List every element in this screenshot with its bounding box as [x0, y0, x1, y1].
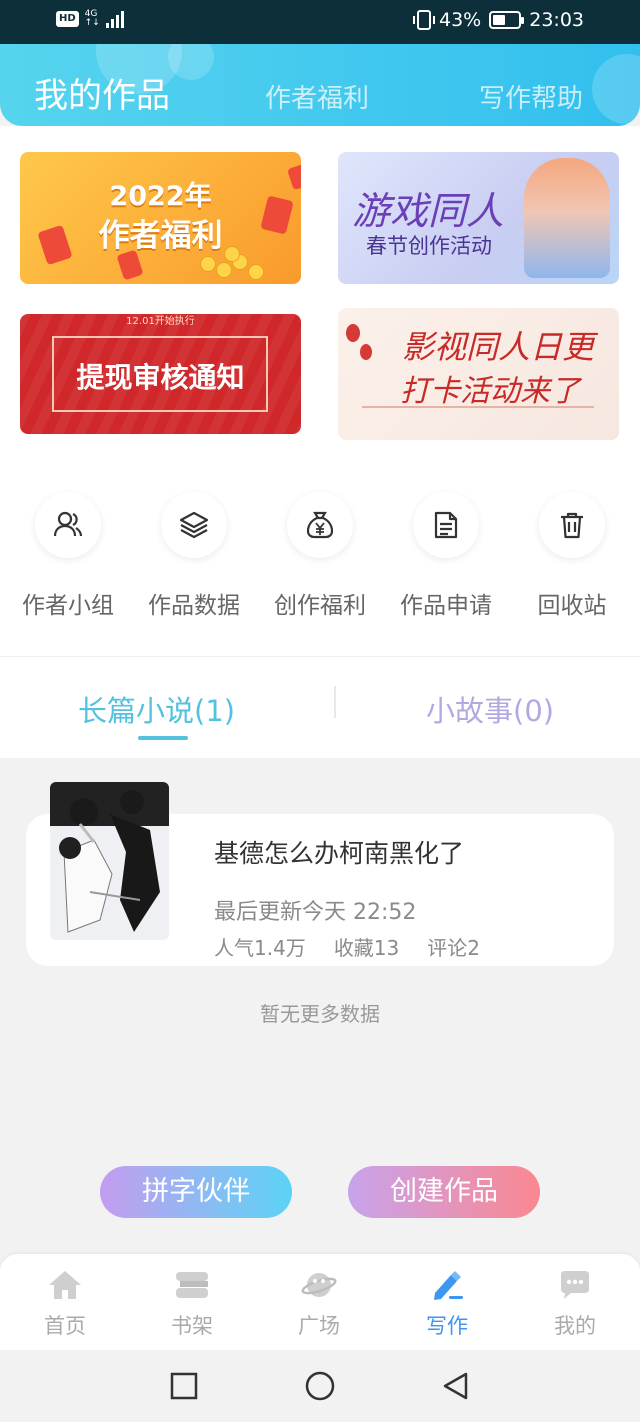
- planet-icon: [299, 1268, 339, 1302]
- tab-short-stories[interactable]: 小故事(0): [426, 688, 554, 730]
- battery-icon: [489, 11, 525, 29]
- quick-work-data[interactable]: 作品数据: [131, 492, 257, 620]
- recent-apps-button[interactable]: [168, 1370, 200, 1402]
- tab-writing-help[interactable]: 写作帮助: [479, 78, 583, 115]
- tab-author-welfare[interactable]: 作者福利: [265, 78, 369, 115]
- system-nav-bar: [0, 1350, 640, 1422]
- character-illustration: [524, 158, 610, 278]
- pen-icon: [427, 1268, 467, 1302]
- network-status: HD 4G ↑↓: [56, 10, 124, 28]
- hd-badge: HD: [56, 11, 79, 27]
- clock: 23:03: [529, 9, 584, 31]
- money-bag-icon: [287, 492, 353, 558]
- battery-percent: 43%: [439, 9, 482, 31]
- nav-mine[interactable]: 我的: [530, 1268, 620, 1340]
- signal-icon: [105, 10, 124, 28]
- nav-home[interactable]: 首页: [20, 1268, 110, 1340]
- quick-work-application[interactable]: 作品申请: [383, 492, 509, 620]
- group-icon: [35, 492, 101, 558]
- trash-icon: [539, 492, 605, 558]
- active-tab-indicator: [138, 736, 188, 740]
- work-last-updated: 最后更新今天 22:52: [214, 900, 417, 925]
- status-bar: HD 4G ↑↓ 43% 23:03: [0, 0, 640, 44]
- document-icon: [413, 492, 479, 558]
- quick-recycle-bin[interactable]: 回收站: [509, 492, 635, 620]
- nav-bookshelf[interactable]: 书架: [147, 1268, 237, 1340]
- bookshelf-icon: [172, 1268, 212, 1302]
- section-divider: [0, 656, 640, 657]
- banner-withdraw-notice[interactable]: 12.01开始执行 提现审核通知: [20, 314, 301, 434]
- banner-author-welfare[interactable]: 2022年 作者福利: [20, 152, 301, 284]
- vibrate-icon: [413, 10, 435, 30]
- layers-icon: [161, 492, 227, 558]
- work-favorites: 收藏13: [333, 936, 400, 960]
- work-comments: 评论2: [427, 936, 480, 960]
- quick-author-group[interactable]: 作者小组: [5, 492, 131, 620]
- device-status: 43% 23:03: [413, 9, 584, 31]
- work-title[interactable]: 基德怎么办柯南黑化了: [214, 834, 464, 870]
- nav-square[interactable]: 广场: [274, 1268, 364, 1340]
- no-more-data-hint: 暂无更多数据: [260, 1002, 380, 1026]
- nav-writing[interactable]: 写作: [402, 1268, 492, 1340]
- tab-my-works[interactable]: 我的作品: [34, 68, 170, 117]
- bottom-nav: 首页 书架 广场 写作 我的: [0, 1254, 640, 1350]
- banner-film-fanfic[interactable]: 影视同人日更 打卡活动来了: [338, 308, 619, 440]
- work-popularity: 人气1.4万: [214, 936, 306, 960]
- work-stats: 人气1.4万 收藏13 评论2: [214, 932, 480, 961]
- chat-face-icon: [555, 1268, 595, 1302]
- tab-separator: [334, 686, 336, 718]
- back-button[interactable]: [440, 1370, 472, 1402]
- network-type: 4G ↑↓: [84, 9, 100, 28]
- work-cover-image[interactable]: [50, 782, 169, 940]
- writing-partner-button[interactable]: 拼字伙伴: [100, 1166, 292, 1218]
- tab-long-novels[interactable]: 长篇小说(1): [78, 688, 235, 730]
- banner-game-fanfic[interactable]: 游戏同人 春节创作活动: [338, 152, 619, 284]
- home-button[interactable]: [304, 1370, 336, 1402]
- home-icon: [45, 1268, 85, 1302]
- quick-writing-welfare[interactable]: 创作福利: [257, 492, 383, 620]
- top-header: 我的作品 作者福利 写作帮助: [0, 44, 640, 126]
- create-work-button[interactable]: 创建作品: [348, 1166, 540, 1218]
